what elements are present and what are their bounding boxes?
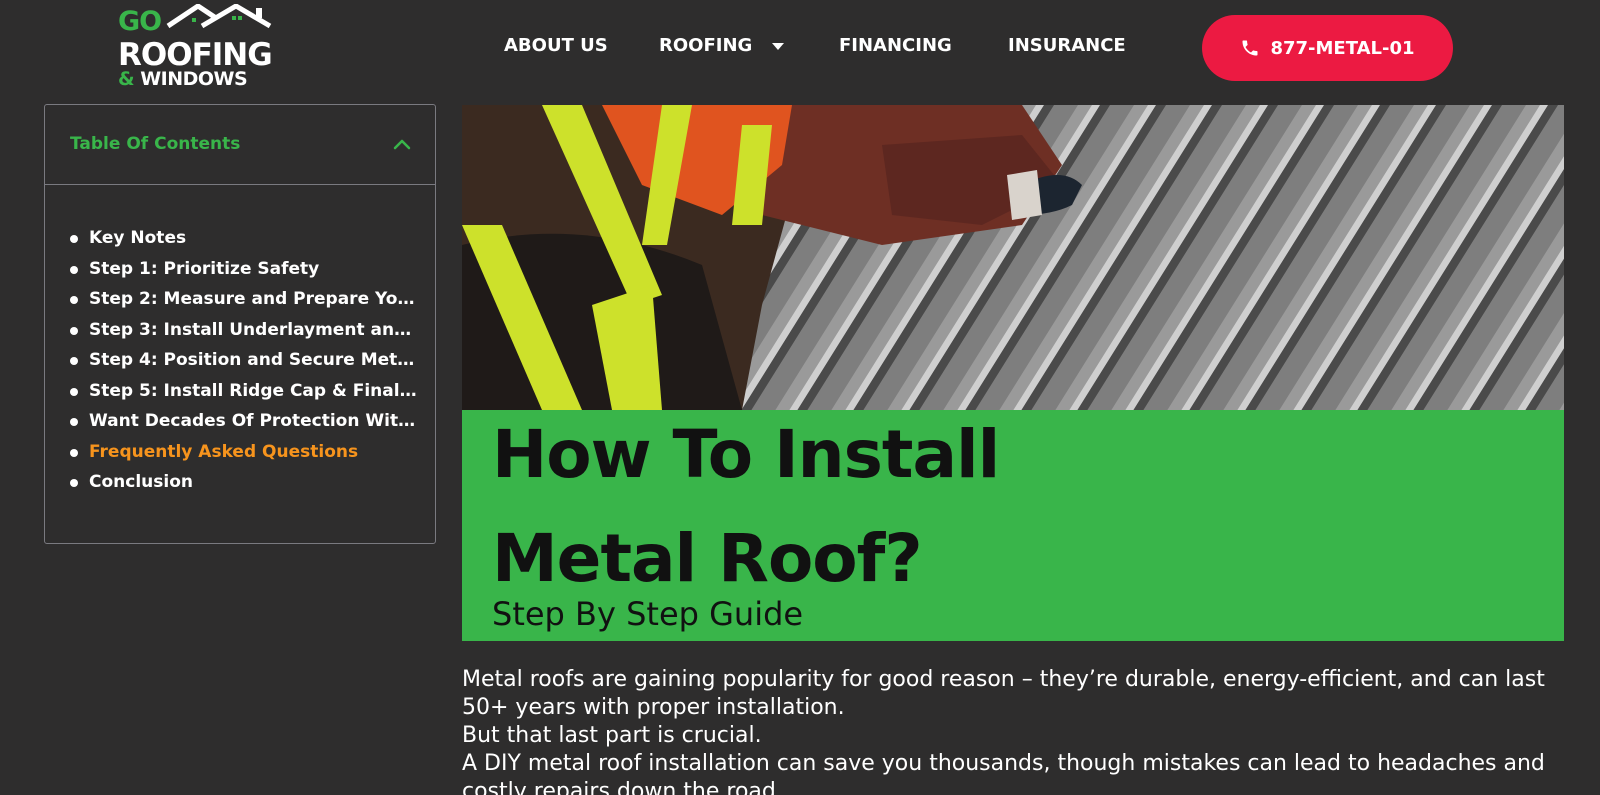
hero-title-line-1: How To Install xyxy=(492,416,1000,493)
roof-logo-icon xyxy=(166,4,272,29)
toc-item-step-1[interactable]: Step 1: Prioritize Safety xyxy=(69,259,419,290)
toc-title: Table Of Contents xyxy=(70,134,241,154)
toc-item-step-3[interactable]: Step 3: Install Underlayment and ... xyxy=(69,320,419,351)
hero-photo xyxy=(462,105,1564,410)
article-paragraph: Metal roofs are gaining popularity for g… xyxy=(462,667,1545,720)
article-paragraph: But that last part is crucial. xyxy=(462,723,762,748)
toc-header[interactable]: Table Of Contents xyxy=(45,105,435,185)
toc-item-key-notes[interactable]: Key Notes xyxy=(69,228,419,259)
chevron-down-icon[interactable] xyxy=(770,42,786,52)
logo-text-roofing: ROOFING xyxy=(118,37,273,73)
nav-roofing[interactable]: ROOFING xyxy=(659,35,752,56)
page: GO ROOFING & WINDOWS ABOUT US ROOFING FI… xyxy=(0,0,1600,795)
toc-item-step-5[interactable]: Step 5: Install Ridge Cap & Final Pi... xyxy=(69,381,419,412)
hero-banner: How To Install Metal Roof? Step By Step … xyxy=(462,410,1564,641)
nav-about-us[interactable]: ABOUT US xyxy=(504,35,608,56)
nav-financing[interactable]: FINANCING xyxy=(839,35,952,56)
logo-text-go: GO xyxy=(118,6,162,37)
toc-list: Key Notes Step 1: Prioritize Safety Step… xyxy=(69,228,419,503)
call-button[interactable]: 877-METAL-01 xyxy=(1202,15,1453,81)
toc-item-protection[interactable]: Want Decades Of Protection With... xyxy=(69,411,419,442)
nav-insurance[interactable]: INSURANCE xyxy=(1008,35,1126,56)
roofer-photo xyxy=(462,105,1564,410)
toc-item-step-2[interactable]: Step 2: Measure and Prepare Your... xyxy=(69,289,419,320)
toc-item-step-4[interactable]: Step 4: Position and Secure Metal ... xyxy=(69,350,419,381)
article-paragraph: A DIY metal roof installation can save y… xyxy=(462,751,1545,795)
article-intro: Metal roofs are gaining popularity for g… xyxy=(462,666,1572,795)
site-logo[interactable]: GO ROOFING & WINDOWS xyxy=(118,4,288,90)
logo-text-windows: & WINDOWS xyxy=(118,68,248,90)
toc-item-conclusion[interactable]: Conclusion xyxy=(69,472,419,503)
hero-subtitle: Step By Step Guide xyxy=(492,595,804,633)
call-button-label: 877-METAL-01 xyxy=(1270,37,1415,59)
hero-title-line-2: Metal Roof? xyxy=(492,520,923,597)
phone-icon xyxy=(1242,40,1258,56)
chevron-up-icon[interactable] xyxy=(393,138,411,150)
hero-image: How To Install Metal Roof? Step By Step … xyxy=(462,105,1564,641)
toc-item-faq[interactable]: Frequently Asked Questions xyxy=(69,442,419,473)
